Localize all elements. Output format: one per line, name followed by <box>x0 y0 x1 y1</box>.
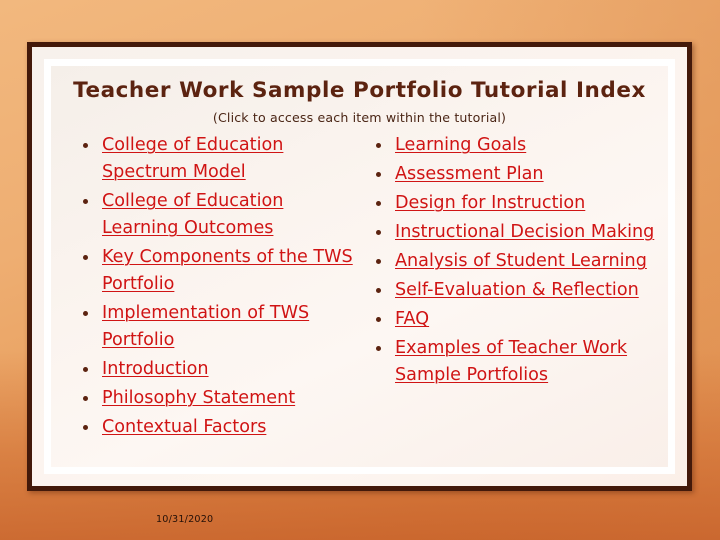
footer-date: 10/31/2020 <box>156 514 214 525</box>
list-item[interactable]: College of Education Learning Outcomes <box>71 188 361 242</box>
link-design-for-instruction[interactable]: Design for Instruction <box>395 193 585 213</box>
list-item[interactable]: Introduction <box>71 356 361 383</box>
list-item[interactable]: Contextual Factors <box>71 414 361 441</box>
link-instructional-decision-making[interactable]: Instructional Decision Making <box>395 222 654 242</box>
list-item[interactable]: Design for Instruction <box>364 190 668 217</box>
link-implementation-of-tws-portfolio[interactable]: Implementation of TWS Portfolio <box>102 303 309 350</box>
link-learning-goals[interactable]: Learning Goals <box>395 135 526 155</box>
right-link-column: Learning Goals Assessment Plan Design fo… <box>364 132 668 391</box>
list-item[interactable]: Key Components of the TWS Portfolio <box>71 244 361 298</box>
link-philosophy-statement[interactable]: Philosophy Statement <box>102 388 295 408</box>
left-link-list: College of Education Spectrum Model Coll… <box>71 132 361 441</box>
title-block: Teacher Work Sample Portfolio Tutorial I… <box>51 78 668 125</box>
link-college-of-education-spectrum-model[interactable]: College of Education Spectrum Model <box>102 135 283 182</box>
list-item[interactable]: Assessment Plan <box>364 161 668 188</box>
list-item[interactable]: College of Education Spectrum Model <box>71 132 361 186</box>
page-title: Teacher Work Sample Portfolio Tutorial I… <box>73 78 646 103</box>
content-frame-inner: Teacher Work Sample Portfolio Tutorial I… <box>32 47 687 486</box>
link-contextual-factors[interactable]: Contextual Factors <box>102 417 266 437</box>
link-assessment-plan[interactable]: Assessment Plan <box>395 164 544 184</box>
list-item[interactable]: Implementation of TWS Portfolio <box>71 300 361 354</box>
list-item[interactable]: Instructional Decision Making <box>364 219 668 246</box>
right-link-list: Learning Goals Assessment Plan Design fo… <box>364 132 668 389</box>
link-key-components-of-the-tws-portfolio[interactable]: Key Components of the TWS Portfolio <box>102 247 353 294</box>
page-subtitle: (Click to access each item within the tu… <box>212 109 507 125</box>
list-item[interactable]: Learning Goals <box>364 132 668 159</box>
presentation-slide: Teacher Work Sample Portfolio Tutorial I… <box>0 0 720 540</box>
link-columns: College of Education Spectrum Model Coll… <box>51 132 668 467</box>
list-item[interactable]: Examples of Teacher Work Sample Portfoli… <box>364 335 668 389</box>
link-self-evaluation-and-reflection[interactable]: Self-Evaluation & Reflection <box>395 280 639 300</box>
link-faq[interactable]: FAQ <box>395 309 429 329</box>
slide-content-panel: Teacher Work Sample Portfolio Tutorial I… <box>51 66 668 467</box>
list-item[interactable]: Philosophy Statement <box>71 385 361 412</box>
link-analysis-of-student-learning[interactable]: Analysis of Student Learning <box>395 251 647 271</box>
left-link-column: College of Education Spectrum Model Coll… <box>71 132 361 443</box>
content-frame-border: Teacher Work Sample Portfolio Tutorial I… <box>27 42 692 491</box>
link-examples-of-teacher-work-sample-portfolios[interactable]: Examples of Teacher Work Sample Portfoli… <box>395 338 627 385</box>
list-item[interactable]: Self-Evaluation & Reflection <box>364 277 668 304</box>
link-college-of-education-learning-outcomes[interactable]: College of Education Learning Outcomes <box>102 191 283 238</box>
link-introduction[interactable]: Introduction <box>102 359 209 379</box>
list-item[interactable]: FAQ <box>364 306 668 333</box>
list-item[interactable]: Analysis of Student Learning <box>364 248 668 275</box>
